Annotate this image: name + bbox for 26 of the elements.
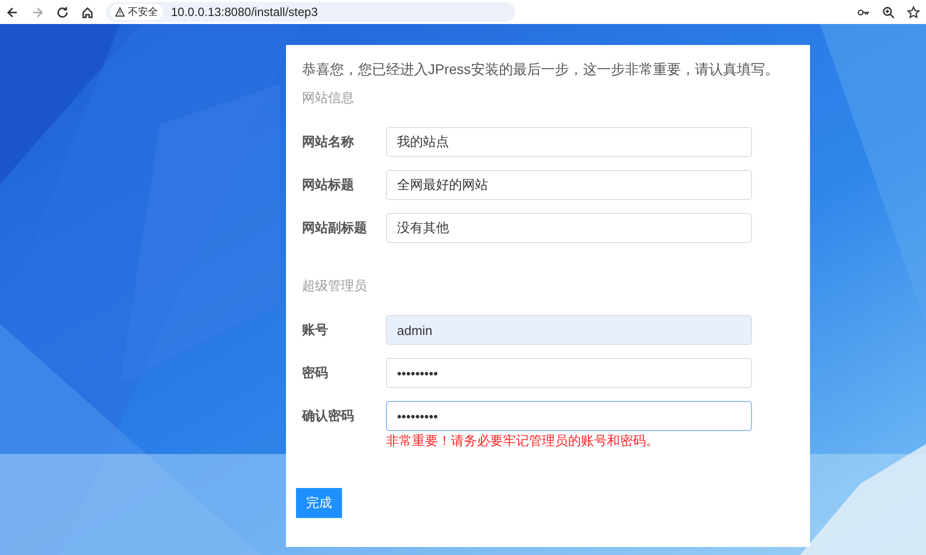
input-field[interactable]: 我的站点	[386, 127, 752, 157]
security-chip[interactable]: 不安全	[110, 4, 163, 20]
home-icon[interactable]	[81, 6, 94, 18]
field-label: 密码	[302, 364, 329, 382]
star-icon[interactable]	[907, 6, 920, 18]
input-field[interactable]: •••••••••	[386, 401, 752, 431]
field-label: 账号	[302, 321, 329, 339]
intro-text: 恭喜您，您已经进入JPress安装的最后一步，这一步非常重要，请认真填写。	[302, 61, 780, 79]
back-icon[interactable]	[6, 6, 19, 18]
section-title: 超级管理员	[302, 277, 368, 295]
input-field[interactable]: 全网最好的网站	[386, 170, 752, 200]
input-field[interactable]: admin	[386, 315, 752, 345]
url-text: 10.0.0.13:8080/install/step3	[171, 5, 318, 19]
input-field[interactable]: 没有其他	[386, 213, 752, 243]
reload-icon[interactable]	[56, 6, 69, 18]
address-bar[interactable]: 不安全 10.0.0.13:8080/install/step3	[106, 2, 515, 22]
section-title: 网站信息	[302, 89, 355, 107]
field-label: 网站标题	[302, 176, 355, 194]
field-label: 网站名称	[302, 133, 355, 151]
security-label: 不安全	[128, 6, 158, 19]
zoom-icon[interactable]	[882, 6, 895, 18]
field-label: 网站副标题	[302, 219, 368, 237]
input-field[interactable]: •••••••••	[386, 358, 752, 388]
warning-text: 非常重要！请务必要牢记管理员的账号和密码。	[386, 432, 660, 450]
field-label: 确认密码	[302, 407, 355, 425]
warning-icon	[115, 7, 125, 17]
